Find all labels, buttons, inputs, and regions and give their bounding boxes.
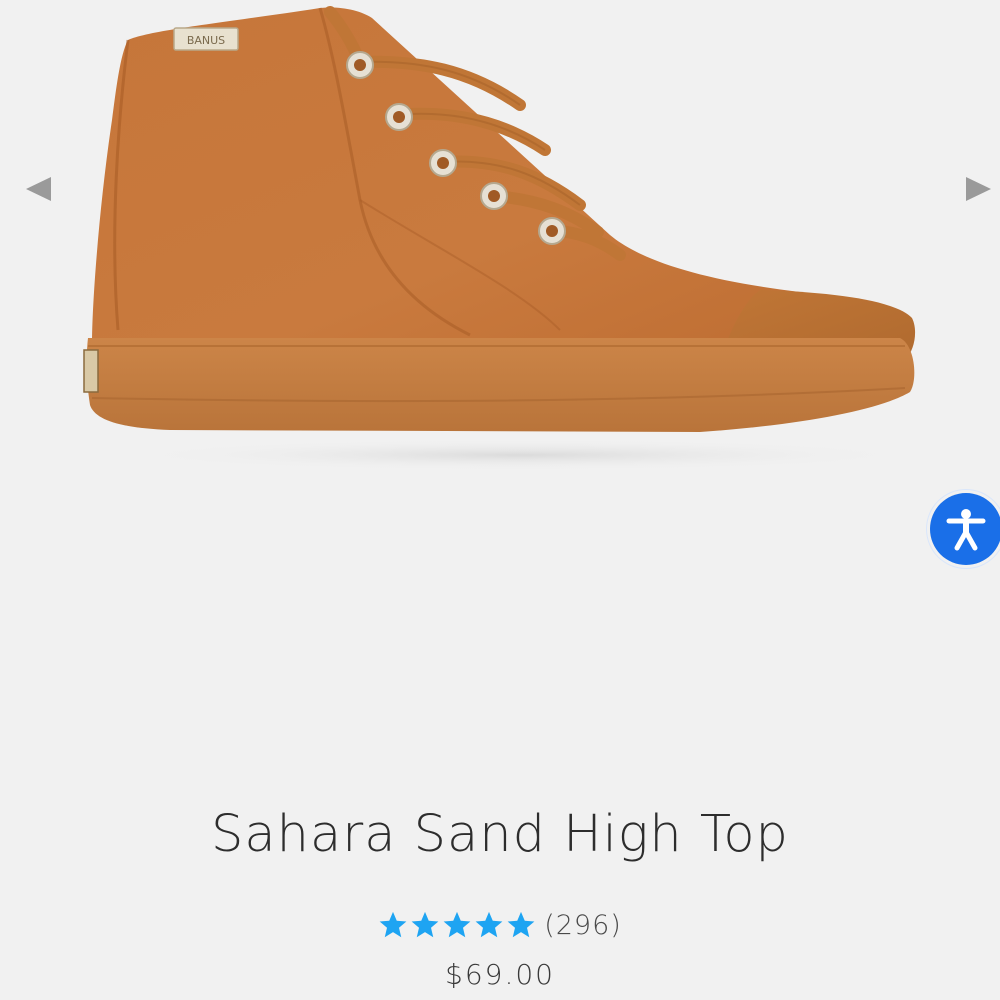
- star-icon: [379, 911, 407, 938]
- triangle-left-icon: [26, 177, 51, 201]
- product-price: $69.00: [445, 958, 555, 991]
- accessibility-person-icon: [946, 509, 986, 551]
- product-rating: (296): [0, 902, 1000, 948]
- product-title: Sahara Sand High Top: [211, 805, 789, 864]
- star-icon: [443, 911, 471, 938]
- product-image-gallery: BANUS: [0, 0, 1000, 500]
- accessibility-button[interactable]: [930, 493, 1000, 565]
- triangle-right-icon: [966, 177, 991, 201]
- star-icon: [507, 911, 535, 938]
- product-image: BANUS: [83, 6, 920, 471]
- star-rating[interactable]: [378, 910, 536, 940]
- product-page: BANUS Sahara Sand High Top (296) $69.00: [0, 0, 1000, 1000]
- brand-tag-text: BANUS: [187, 34, 225, 47]
- star-icon: [475, 911, 503, 938]
- previous-image-button[interactable]: [20, 171, 56, 207]
- next-image-button[interactable]: [960, 171, 996, 207]
- star-icon: [411, 911, 439, 938]
- review-count-link[interactable]: (296): [544, 910, 622, 941]
